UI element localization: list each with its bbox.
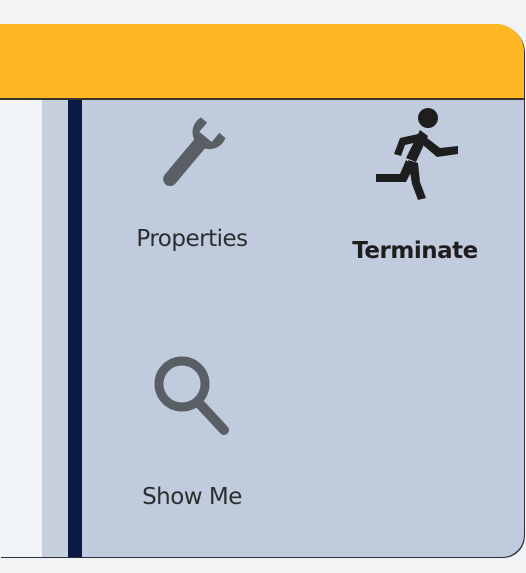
show-me-button[interactable]: Show Me	[112, 344, 272, 510]
properties-button[interactable]: Properties	[112, 110, 272, 252]
magnifier-icon	[154, 356, 229, 435]
terminate-label: Terminate	[352, 238, 478, 264]
pane-divider[interactable]	[68, 100, 82, 557]
wrench-icon	[163, 117, 226, 187]
left-content-pane	[0, 100, 42, 557]
properties-label: Properties	[136, 226, 248, 252]
running-person-icon	[376, 108, 458, 200]
terminate-button[interactable]: Terminate	[330, 106, 500, 264]
ribbon-header-bar	[0, 24, 524, 100]
show-me-label: Show Me	[142, 484, 242, 510]
left-pane-strip	[42, 100, 68, 557]
